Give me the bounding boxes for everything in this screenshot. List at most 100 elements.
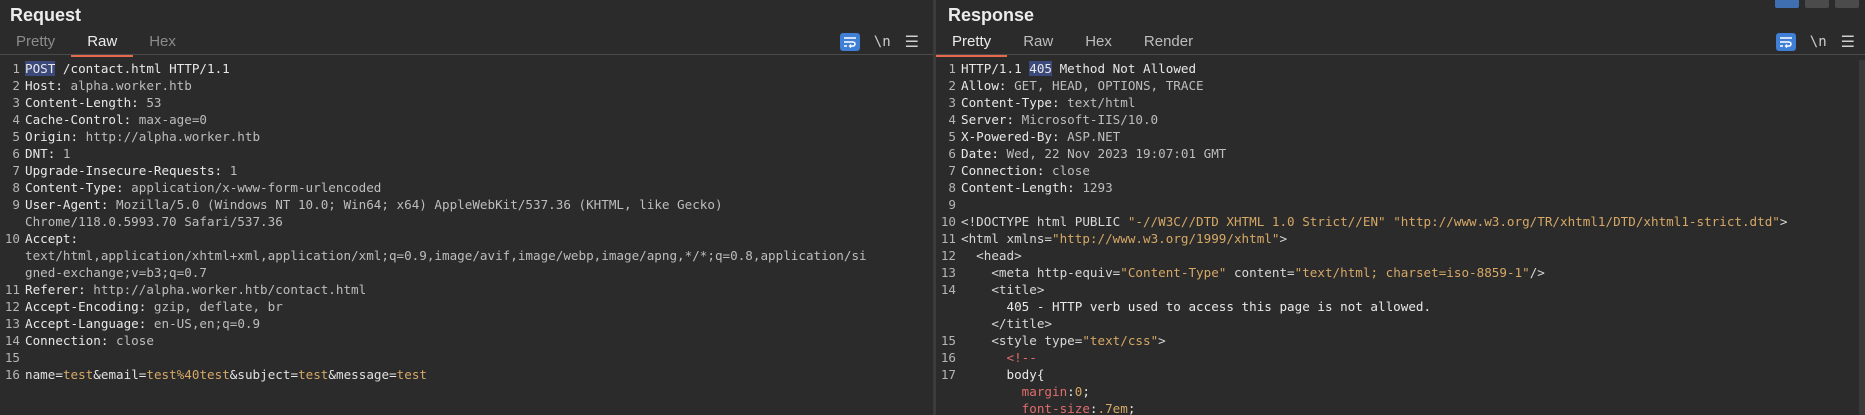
line-text: Cache-Control: max-age=0 (25, 111, 207, 128)
code-line: text/html,application/xhtml+xml,applicat… (0, 247, 933, 264)
menu-icon[interactable]: ☰ (905, 32, 919, 52)
line-text: Content-Length: 1293 (961, 179, 1113, 196)
line-text: Referer: http://alpha.worker.htb/contact… (25, 281, 366, 298)
line-number: 1 (948, 61, 956, 76)
code-line: 6 Date: Wed, 22 Nov 2023 19:07:01 GMT (936, 145, 1865, 162)
code-token: > (1158, 333, 1166, 348)
header-name: Allow: (961, 78, 1007, 93)
header-value: close (1044, 163, 1090, 178)
line-number: 13 (940, 265, 956, 280)
line-number: 13 (4, 316, 20, 331)
line-text: POST /contact.html HTTP/1.1 (25, 60, 230, 77)
line-text: <!-- (961, 349, 1036, 366)
code-line: 2 Host: alpha.worker.htb (0, 77, 933, 94)
code-line: 1 POST /contact.html HTTP/1.1 (0, 60, 933, 77)
header-name: Host: (25, 78, 63, 93)
response-tab-raw[interactable]: Raw (1007, 30, 1069, 54)
request-tabs: Pretty Raw Hex (0, 30, 192, 57)
code-token: = (389, 367, 397, 382)
code-line: 10 <!DOCTYPE html PUBLIC "-//W3C//DTD XHT… (936, 213, 1865, 230)
response-tab-pretty[interactable]: Pretty (936, 30, 1008, 57)
header-value: gned-exchange;v=b3;q=0.7 (25, 265, 207, 280)
code-line: 9 (936, 196, 1865, 213)
line-text: User-Agent: Mozilla/5.0 (Windows NT 10.0… (25, 196, 723, 213)
code-token: "Content-Type" (1120, 265, 1227, 280)
code-line: margin:0; (936, 383, 1865, 400)
response-tab-render[interactable]: Render (1128, 30, 1209, 54)
line-number: 11 (940, 231, 956, 246)
code-line: 5 X-Powered-By: ASP.NET (936, 128, 1865, 145)
code-token: <!DOCTYPE html PUBLIC (961, 214, 1128, 229)
code-line: 10 Accept: (0, 230, 933, 247)
line-text: <title> (961, 281, 1044, 298)
line-number: 10 (940, 214, 956, 229)
code-line: 15 (0, 349, 933, 366)
header-value: Microsoft-IIS/10.0 (1014, 112, 1159, 127)
code-token: "text/html; charset=iso-8859-1" (1294, 265, 1530, 280)
line-text: text/html,application/xhtml+xml,applicat… (25, 247, 867, 264)
response-editor[interactable]: 1 HTTP/1.1 405 Method Not Allowed 2 Allow: … (936, 60, 1865, 415)
header-name: Date: (961, 146, 999, 161)
header-name: DNT: (25, 146, 56, 161)
request-panel: Request Pretty Raw Hex \n ☰ 1 POST /conta… (0, 0, 933, 415)
layout-side-by-side-icon[interactable] (1775, 0, 1799, 8)
line-number: 4 (948, 112, 956, 127)
line-text: Content-Type: text/html (961, 94, 1135, 111)
menu-icon[interactable]: ☰ (1841, 32, 1855, 52)
header-name: Content-Type: (25, 180, 124, 195)
layout-stacked-icon[interactable] (1805, 0, 1829, 8)
request-tab-hex[interactable]: Hex (133, 30, 192, 54)
request-tab-raw[interactable]: Raw (71, 30, 134, 57)
word-wrap-icon[interactable] (839, 33, 860, 51)
word-wrap-icon[interactable] (1775, 33, 1796, 51)
line-number (936, 298, 961, 315)
code-line: 4 Server: Microsoft-IIS/10.0 (936, 111, 1865, 128)
line-text: DNT: 1 (25, 145, 71, 162)
code-token: http-equiv= (1036, 265, 1121, 280)
newline-toggle[interactable]: \n (874, 34, 891, 50)
header-name: Server: (961, 112, 1015, 127)
line-text: Chrome/118.0.5993.70 Safari/537.36 (25, 213, 283, 230)
line-number: 4 (12, 112, 20, 127)
header-name: Origin: (25, 129, 79, 144)
code-line: 11 Referer: http://alpha.worker.htb/conta… (0, 281, 933, 298)
code-token: : (1067, 384, 1075, 399)
code-line: 405 - HTTP verb used to access this page… (936, 298, 1865, 315)
code-token: content= (1226, 265, 1295, 280)
param-value: test (298, 367, 329, 382)
code-token: "-//W3C//DTD XHTML 1.0 Strict//EN" (1127, 214, 1386, 229)
request-title: Request (10, 5, 82, 25)
param-value: test (62, 367, 94, 382)
line-text: Host: alpha.worker.htb (25, 77, 192, 94)
line-number: 7 (948, 163, 956, 178)
line-text: name=test&email=test%40test&subject=test… (25, 366, 427, 383)
code-line: 9 User-Agent: Mozilla/5.0 (Windows NT 10.… (0, 196, 933, 213)
header-value: 53 (138, 95, 162, 110)
layout-tabs-icon[interactable] (1835, 0, 1859, 8)
code-line: 8 Content-Length: 1293 (936, 179, 1865, 196)
code-line: 15 <style type="text/css"> (936, 332, 1865, 349)
request-editor[interactable]: 1 POST /contact.html HTTP/1.1 2 Host: alpha… (0, 60, 933, 415)
response-tabs: Pretty Raw Hex Render (936, 30, 1209, 57)
vertical-scrollbar[interactable] (1859, 60, 1865, 415)
code-token: "http://www.w3.org/1999/xhtml" (1052, 231, 1280, 246)
line-number: 10 (4, 231, 20, 246)
line-text: margin:0; (961, 383, 1090, 400)
newline-toggle[interactable]: \n (1810, 34, 1827, 50)
header-value: Mozilla/5.0 (Windows NT 10.0; Win64; x64… (108, 197, 723, 212)
code-token: /> (1529, 265, 1545, 280)
layout-toggles (1775, 0, 1859, 8)
code-line: 1 HTTP/1.1 405 Method Not Allowed (936, 60, 1865, 77)
param-value: test (396, 367, 428, 382)
response-tab-hex[interactable]: Hex (1069, 30, 1128, 54)
code-line: 12 Accept-Encoding: gzip, deflate, br (0, 298, 933, 315)
line-number: 3 (948, 95, 956, 110)
code-token: & (328, 367, 336, 382)
line-number: 1 (12, 61, 20, 76)
line-text: Origin: http://alpha.worker.htb (25, 128, 260, 145)
code-line: 3 Content-Type: text/html (936, 94, 1865, 111)
line-text: X-Powered-By: ASP.NET (961, 128, 1120, 145)
header-value: en-US,en;q=0.9 (146, 316, 261, 331)
line-number: 2 (948, 78, 956, 93)
request-tab-pretty[interactable]: Pretty (0, 30, 71, 54)
